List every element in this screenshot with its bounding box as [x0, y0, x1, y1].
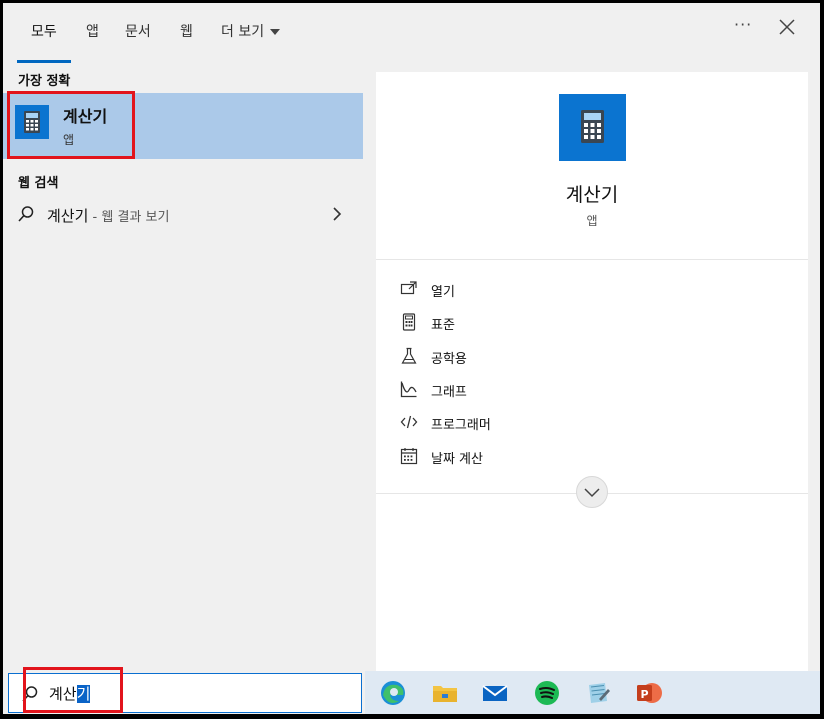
search-window: 모두 앱 문서 웹 더 보기 ··· 가장 정확 계산기 앱 웹 검색 계산기 …	[3, 3, 820, 714]
tab-more[interactable]: 더 보기	[221, 21, 281, 61]
detail-title: 계산기	[565, 184, 619, 206]
tab-web-label: 웹	[180, 24, 193, 40]
expand-actions-button[interactable]	[576, 476, 608, 508]
tab-documents[interactable]: 문서	[125, 21, 151, 61]
action-standard-label: 표준	[431, 318, 455, 333]
action-date-calculation[interactable]: 날짜 계산	[400, 445, 780, 469]
calculator-app-icon-large	[559, 94, 626, 161]
divider	[376, 259, 808, 260]
action-programmer[interactable]: 프로그래머	[400, 411, 780, 435]
action-date-calculation-label: 날짜 계산	[431, 452, 483, 467]
caret-down-icon	[270, 29, 281, 35]
calendar-icon	[400, 448, 418, 465]
detail-panel: 계산기 앱 열기 표준 공학용 그래프 프로그래머 날짜 계산	[376, 72, 808, 671]
action-scientific-label: 공학용	[431, 352, 467, 367]
web-search-query: 계산기	[47, 207, 89, 225]
tab-documents-label: 문서	[125, 24, 151, 40]
taskbar-powerpoint[interactable]: P	[633, 677, 665, 709]
close-button[interactable]	[777, 17, 797, 37]
taskbar-mail[interactable]	[479, 677, 511, 709]
web-search-heading: 웹 검색	[18, 176, 59, 191]
chevron-down-icon	[584, 488, 600, 498]
spotify-icon	[535, 681, 559, 705]
highlight-box	[23, 667, 123, 713]
action-graph[interactable]: 그래프	[400, 378, 780, 402]
tab-web[interactable]: 웹	[180, 21, 193, 61]
taskbar-notepad[interactable]	[581, 677, 613, 709]
edge-icon	[381, 681, 405, 705]
mail-icon	[482, 685, 508, 701]
taskbar: P	[365, 671, 820, 714]
results-panel: 가장 정확 계산기 앱 웹 검색 계산기 - 웹 결과 보기	[3, 63, 365, 671]
code-icon	[400, 415, 418, 429]
taskbar-edge[interactable]	[377, 677, 409, 709]
action-programmer-label: 프로그래머	[431, 418, 491, 433]
taskbar-file-explorer[interactable]	[429, 677, 461, 709]
more-options-button[interactable]: ···	[734, 15, 752, 34]
tab-apps[interactable]: 앱	[86, 21, 99, 61]
graph-icon	[400, 381, 417, 398]
highlight-box	[7, 91, 135, 159]
flask-icon	[401, 347, 417, 364]
best-match-heading: 가장 정확	[18, 74, 71, 89]
svg-text:P: P	[641, 688, 649, 701]
tab-more-label: 더 보기	[221, 24, 265, 40]
filter-tabs: 모두 앱 문서 웹 더 보기 ···	[3, 3, 820, 63]
action-graph-label: 그래프	[431, 385, 467, 400]
close-icon	[779, 19, 795, 35]
action-standard[interactable]: 표준	[400, 311, 780, 335]
action-open-label: 열기	[431, 285, 455, 300]
open-icon	[400, 281, 417, 295]
action-open[interactable]: 열기	[400, 278, 780, 302]
web-search-text: 계산기 - 웹 결과 보기	[47, 205, 169, 226]
taskbar-spotify[interactable]	[531, 677, 563, 709]
file-explorer-icon	[433, 686, 457, 702]
search-icon	[17, 205, 35, 227]
calculator-icon	[402, 313, 416, 331]
tab-all[interactable]: 모두	[17, 21, 71, 63]
web-search-suffix: - 웹 결과 보기	[88, 210, 170, 225]
tab-all-label: 모두	[31, 24, 57, 40]
tab-apps-label: 앱	[86, 24, 99, 40]
action-scientific[interactable]: 공학용	[400, 345, 780, 369]
chevron-right-icon	[331, 206, 343, 226]
detail-type: 앱	[586, 214, 598, 228]
notepad-icon	[589, 683, 610, 703]
web-search-result[interactable]: 계산기 - 웹 결과 보기	[3, 201, 363, 229]
powerpoint-icon: P	[637, 683, 662, 703]
